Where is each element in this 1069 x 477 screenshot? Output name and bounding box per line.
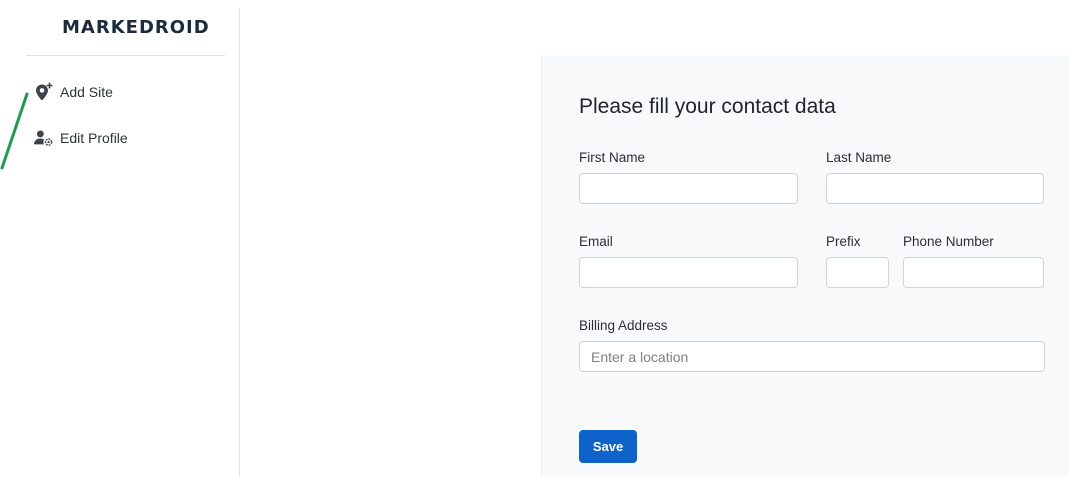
phone-number-label: Phone Number [903,234,994,249]
last-name-field[interactable] [826,173,1044,204]
billing-address-label: Billing Address [579,318,668,333]
page-title: Please fill your contact data [579,95,836,118]
sidebar-item-label: Add Site [60,84,113,100]
divider [26,55,225,56]
save-button[interactable]: Save [579,430,637,463]
sidebar: MARKEDROID Add Site Edit Profile [8,8,240,477]
contact-form-card: Please fill your contact data First Name… [541,55,1069,477]
billing-address-field[interactable] [579,341,1045,372]
email-field[interactable] [579,257,798,288]
phone-number-field[interactable] [903,257,1044,288]
first-name-field[interactable] [579,173,798,204]
prefix-field[interactable] [826,257,889,288]
prefix-label: Prefix [826,234,861,249]
brand-logo[interactable]: MARKEDROID [62,17,210,38]
sidebar-item-add-site[interactable]: Add Site [34,82,113,102]
sidebar-item-label: Edit Profile [60,130,128,146]
email-label: Email [579,234,613,249]
last-name-label: Last Name [826,150,892,165]
map-pin-plus-icon [34,82,54,102]
first-name-label: First Name [579,150,646,165]
accent-line [0,92,29,170]
user-settings-icon [34,128,54,148]
sidebar-item-edit-profile[interactable]: Edit Profile [34,128,128,148]
